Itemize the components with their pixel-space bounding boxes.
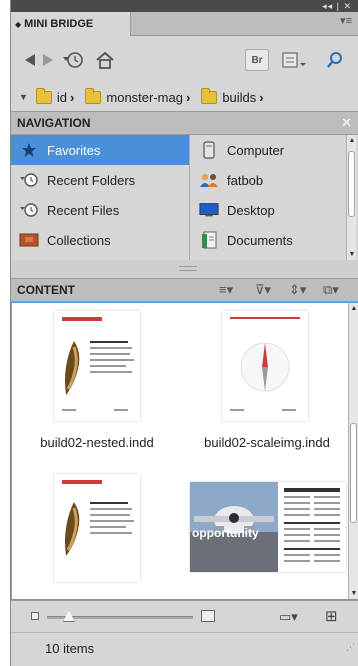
documents-icon (199, 231, 219, 249)
history-icon[interactable] (61, 49, 85, 71)
collapse-diamond-icon[interactable]: ◆ (15, 20, 21, 29)
spread-overlay-text: opportunity (192, 526, 259, 540)
document-thumbnail (54, 311, 140, 421)
breadcrumb-separator-icon: › (70, 89, 75, 105)
panel-window-controls[interactable]: ◂◂ | ✕ (322, 0, 352, 12)
spread-thumbnail: opportunity (190, 482, 346, 572)
scroll-down-icon[interactable]: ▼ (347, 251, 357, 258)
home-icon[interactable] (93, 49, 117, 71)
collections-icon (19, 232, 39, 248)
breadcrumb-separator-icon: › (259, 89, 264, 105)
content-item-name: build02-nested.indd (40, 435, 154, 450)
folder-icon (85, 87, 102, 104)
filter-icon[interactable]: ⊽▾ (255, 279, 271, 301)
content-item-build02-scaleimg[interactable]: build02-scaleimg.indd (182, 303, 352, 453)
content-item-document[interactable] (12, 468, 182, 598)
panel-menu-icon[interactable]: ▾≡ (340, 14, 352, 27)
content-scrollbar[interactable]: ▲ ▼ (348, 303, 358, 599)
scroll-up-icon[interactable]: ▲ (349, 305, 358, 312)
user-icon (199, 172, 219, 188)
panel-title-strip: ◂◂ | ✕ (11, 0, 358, 12)
content-item-build02-nested[interactable]: build02-nested.indd (12, 303, 182, 453)
content-header: CONTENT ≡▾ ⊽▾ ⇕▾ ⧉▾ (11, 278, 358, 302)
banana-image-icon (65, 502, 80, 556)
scroll-down-icon[interactable]: ▼ (349, 590, 358, 597)
grid-view-icon[interactable]: ⊞ (325, 607, 338, 625)
content-item-name: build02-scaleimg.indd (204, 435, 330, 450)
navigation-scrollbar[interactable]: ▲ ▼ (346, 135, 356, 260)
status-bar: 10 items ⋰ (11, 632, 358, 666)
pane-splitter[interactable] (11, 260, 358, 278)
panel-tab[interactable]: ◆ MINI BRIDGE (11, 12, 131, 36)
nav-item-recent-folders[interactable]: Recent Folders (11, 165, 189, 195)
panel-tab-label: MINI BRIDGE (24, 18, 94, 30)
folder-icon (35, 87, 52, 104)
breadcrumb-separator-icon: › (185, 89, 191, 105)
content-title: CONTENT (17, 283, 75, 297)
mini-bridge-panel: ◂◂ | ✕ ◆ MINI BRIDGE ▾≡ Br ▼ id › monste… (10, 0, 358, 666)
banana-image-icon (65, 341, 80, 395)
splitter-grip-icon[interactable] (179, 266, 197, 271)
compass-image-icon (240, 342, 290, 392)
scroll-up-icon[interactable]: ▲ (347, 137, 357, 144)
sort-order-icon[interactable]: ⇕▾ (289, 279, 306, 301)
view-mode-menu-icon[interactable]: ▭▾ (279, 609, 298, 625)
resize-grip-icon[interactable]: ⋰ (346, 631, 355, 663)
search-icon[interactable] (323, 49, 347, 71)
item-count: 10 items (45, 641, 95, 656)
document-thumbnail (222, 311, 308, 421)
sort-menu-icon[interactable]: ≡▾ (219, 279, 233, 301)
content-pane: build02-nested.indd build02-scaleimg.ind… (11, 302, 358, 600)
breadcrumb-expand-icon[interactable]: ▼ (19, 92, 28, 102)
nav-item-favorites[interactable]: Favorites (11, 135, 189, 165)
navigation-pane: Favorites Recent Folders Recent Files Co… (11, 135, 358, 260)
recent-folders-icon (19, 172, 39, 188)
panel-tab-row: ◆ MINI BRIDGE ▾≡ (11, 12, 358, 36)
recent-files-icon (19, 202, 39, 218)
computer-icon (199, 141, 219, 159)
breadcrumb-item[interactable]: monster-mag › (85, 87, 195, 105)
large-thumbnail-icon[interactable] (201, 610, 215, 622)
view-menu-icon[interactable] (279, 49, 309, 71)
tools-menu-icon[interactable]: ⧉▾ (323, 279, 339, 301)
breadcrumb-item[interactable]: id › (35, 87, 79, 105)
nav-item-collections[interactable]: Collections (11, 225, 189, 255)
nav-item-recent-files[interactable]: Recent Files (11, 195, 189, 225)
navigation-divider[interactable] (189, 135, 190, 260)
content-item-spread[interactable]: opportunity (182, 468, 352, 598)
nav-item-desktop[interactable]: Desktop (191, 195, 341, 225)
content-scroll-thumb[interactable] (350, 423, 357, 523)
nav-item-documents[interactable]: Documents (191, 225, 341, 255)
navigation-title: NAVIGATION (17, 116, 91, 130)
navigation-scroll-thumb[interactable] (348, 151, 355, 217)
navigation-close-icon[interactable]: ✕ (341, 112, 352, 134)
nav-item-computer[interactable]: Computer (191, 135, 341, 165)
document-thumbnail (54, 474, 140, 582)
desktop-icon (199, 202, 219, 218)
back-arrow-icon[interactable] (23, 49, 37, 71)
small-thumbnail-icon[interactable] (31, 612, 39, 620)
toolbar: Br (11, 37, 358, 83)
bridge-launch-button[interactable]: Br (245, 49, 269, 71)
folder-icon (201, 87, 218, 104)
navigation-right-column: Computer fatbob Desktop Documents (191, 135, 341, 255)
forward-arrow-icon[interactable] (41, 49, 55, 71)
thumbnail-size-bar: ▭▾ ⊞ (11, 600, 358, 632)
navigation-header: NAVIGATION ✕ (11, 111, 358, 135)
star-icon (19, 142, 39, 158)
breadcrumb: ▼ id › monster-mag › builds › (11, 83, 358, 111)
breadcrumb-item[interactable]: builds › (201, 87, 268, 105)
nav-item-fatbob[interactable]: fatbob (191, 165, 341, 195)
navigation-left-column: Favorites Recent Folders Recent Files Co… (11, 135, 189, 255)
